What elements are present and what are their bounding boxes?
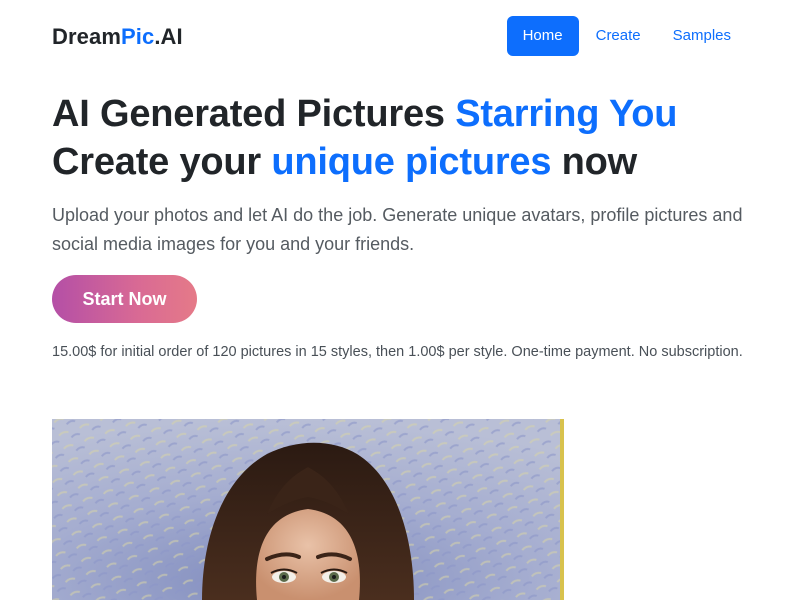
brand-part-dream: Dream xyxy=(52,24,121,49)
portrait-illustration xyxy=(52,419,560,600)
nav-create-link[interactable]: Create xyxy=(580,16,657,56)
hero-lead-text: Upload your photos and let AI do the job… xyxy=(52,205,743,254)
hero-title: AI Generated Pictures Starring You Creat… xyxy=(52,90,752,186)
hero-subtitle-text-b: now xyxy=(551,141,638,183)
start-now-button[interactable]: Start Now xyxy=(52,275,197,323)
brand-part-ai: .AI xyxy=(154,24,183,49)
navbar: DreamPic.AI Home Create Samples xyxy=(0,0,800,72)
hero-title-line-1: AI Generated Pictures Starring You xyxy=(52,90,752,138)
page: DreamPic.AI Home Create Samples AI Gener… xyxy=(0,0,800,600)
hero-title-text: AI Generated Pictures xyxy=(52,93,456,135)
brand-logo[interactable]: DreamPic.AI xyxy=(52,24,183,50)
sample-portrait-image xyxy=(52,419,564,600)
main-nav: Home Create Samples xyxy=(506,16,747,56)
nav-home-link[interactable]: Home xyxy=(506,16,579,56)
hero-subtitle-highlight: unique pictures xyxy=(271,141,552,183)
nav-samples-link[interactable]: Samples xyxy=(657,16,747,56)
hero-subtitle-text-a: Create your xyxy=(52,141,272,183)
hero-title-line-2: Create your unique pictures now xyxy=(52,138,752,186)
brand-part-pic: Pic xyxy=(120,24,155,49)
hero-title-highlight: Starring You xyxy=(455,93,678,135)
pricing-note: 15.00$ for initial order of 120 pictures… xyxy=(52,344,743,360)
hero-section: AI Generated Pictures Starring You Creat… xyxy=(52,90,752,186)
